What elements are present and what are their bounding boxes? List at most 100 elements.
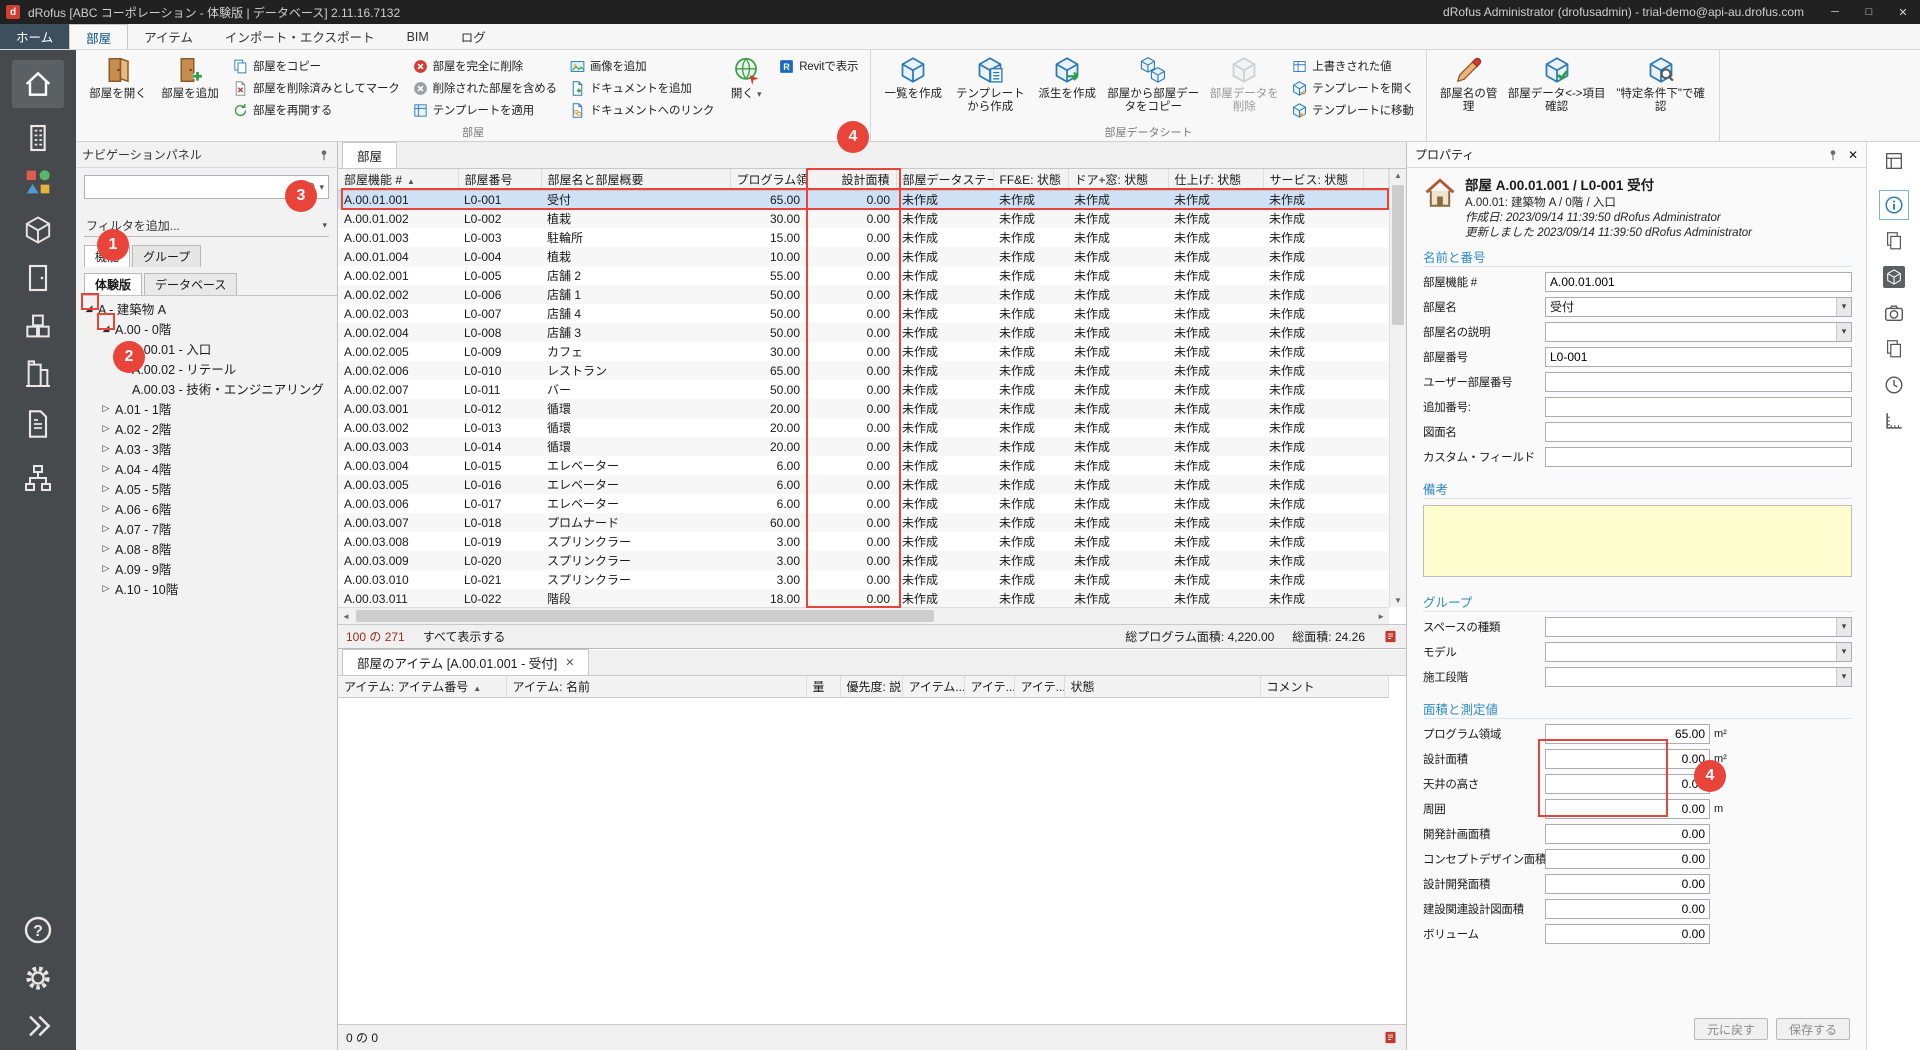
column-header[interactable]: アイテム: アイテム番号▲ xyxy=(338,676,506,697)
chevron-down-icon[interactable]: ▾ xyxy=(319,182,324,193)
column-header[interactable]: アイテ... xyxy=(1014,676,1064,697)
tree-expand-icon[interactable]: ▷ xyxy=(99,483,113,494)
room-name-desc-select[interactable]: ▾ xyxy=(1545,322,1852,342)
horizontal-scrollbar[interactable]: ◄ ► xyxy=(338,607,1389,624)
org-chart-icon[interactable] xyxy=(22,462,54,494)
model-cube-icon[interactable] xyxy=(1883,266,1905,288)
tree-item[interactable]: ▷A.03 - 3階 xyxy=(76,438,337,458)
tree-item[interactable]: ▷A.06 - 6階 xyxy=(76,498,337,518)
www-open-button[interactable]: 開く ▾ xyxy=(720,53,772,121)
tree-expand-icon[interactable]: ▷ xyxy=(99,523,113,534)
room-number-input[interactable] xyxy=(1545,347,1852,367)
apply-template-button[interactable]: テンプレートを適用 xyxy=(408,99,561,121)
tree-item[interactable]: ◢A.00 - 0階 xyxy=(76,318,337,338)
column-header[interactable]: アイテ... xyxy=(964,676,1014,697)
tree-expand-icon[interactable]: ▷ xyxy=(99,423,113,434)
scroll-right-icon[interactable]: ► xyxy=(1377,612,1385,621)
add-room-button[interactable]: 部屋を追加 xyxy=(154,53,226,121)
area-value-input[interactable] xyxy=(1545,849,1710,869)
rooms-module-icon[interactable] xyxy=(12,60,64,108)
copy-room-button[interactable]: 部屋をコピー xyxy=(228,55,404,77)
pin-icon[interactable] xyxy=(317,148,331,162)
tree-expand-icon[interactable]: ▷ xyxy=(99,543,113,554)
add-image-button[interactable]: 画像を追加 xyxy=(565,55,718,77)
building-icon[interactable] xyxy=(22,122,54,154)
datasheet-icon[interactable] xyxy=(1883,150,1905,172)
expand-sidebar-icon[interactable] xyxy=(22,1010,54,1042)
maximize-button[interactable]: □ xyxy=(1852,0,1886,24)
open-template-button[interactable]: テンプレートを開く xyxy=(1287,77,1417,99)
files-icon[interactable] xyxy=(1883,338,1905,360)
column-header[interactable]: コメント xyxy=(1260,676,1389,697)
minimize-button[interactable]: ─ xyxy=(1818,0,1852,24)
menu-rooms[interactable]: 部屋 xyxy=(69,24,128,49)
add-document-button[interactable]: ドキュメントを追加 xyxy=(565,77,718,99)
tree-item[interactable]: ◢A - 建築物 A xyxy=(76,298,337,318)
model-select[interactable]: ▾ xyxy=(1545,642,1852,662)
drawing-name-input[interactable] xyxy=(1545,422,1852,442)
column-header[interactable]: 部屋番号 xyxy=(458,169,541,190)
door-module-icon[interactable] xyxy=(22,262,54,294)
column-header[interactable]: ドア+窓: 状態 xyxy=(1068,169,1168,190)
column-header[interactable]: アイテム... xyxy=(902,676,964,697)
mark-deleted-button[interactable]: 部屋を削除済みとしてマーク xyxy=(228,77,404,99)
tab-room-items[interactable]: 部屋のアイテム [A.00.01.001 - 受付] ✕ xyxy=(342,649,589,675)
open-room-button[interactable]: 部屋を開く xyxy=(82,53,154,121)
report-book-icon[interactable] xyxy=(1383,1030,1398,1045)
tree-item[interactable]: ▷A.09 - 9階 xyxy=(76,558,337,578)
move-to-template-button[interactable]: テンプレートに移動 xyxy=(1287,99,1417,121)
report-book-icon[interactable] xyxy=(1383,629,1398,644)
tree-expand-icon[interactable]: ▷ xyxy=(99,583,113,594)
tree-item[interactable]: ▷A.07 - 7階 xyxy=(76,518,337,538)
facility-icon[interactable] xyxy=(22,358,54,390)
show-all-link[interactable]: すべて表示する xyxy=(423,628,506,645)
menu-import-export[interactable]: インポート・エクスポート xyxy=(209,24,391,49)
scrollbar-thumb[interactable] xyxy=(356,610,934,622)
camera-icon[interactable] xyxy=(1883,302,1905,324)
tree-item[interactable]: ▷A.04 - 4階 xyxy=(76,458,337,478)
reopen-room-button[interactable]: 部屋を再開する xyxy=(228,99,404,121)
area-value-input[interactable] xyxy=(1545,924,1710,944)
search-input[interactable] xyxy=(89,180,304,194)
column-header[interactable]: 部屋データステータス xyxy=(896,169,993,190)
space-type-select[interactable]: ▾ xyxy=(1545,617,1852,637)
scrollbar-thumb[interactable] xyxy=(1392,185,1404,325)
tree-item[interactable]: ▷A.10 - 10階 xyxy=(76,578,337,598)
tree-expand-icon[interactable]: ▷ xyxy=(99,563,113,574)
column-header[interactable]: 部屋機能 #▲ xyxy=(338,169,458,190)
shapes-icon[interactable] xyxy=(22,166,54,198)
tree-item[interactable]: ▷A.02 - 2階 xyxy=(76,418,337,438)
area-value-input[interactable] xyxy=(1545,899,1710,919)
overridden-values-button[interactable]: 上書きされた値 xyxy=(1287,55,1417,77)
create-from-template-button[interactable]: テンプレートから作成 xyxy=(949,53,1031,121)
tab-database[interactable]: データベース xyxy=(144,273,237,295)
column-header[interactable]: 状態 xyxy=(1064,676,1260,697)
column-header[interactable]: プログラム領域 xyxy=(730,169,806,190)
tree-expand-icon[interactable]: ▷ xyxy=(99,463,113,474)
menu-items[interactable]: アイテム xyxy=(128,24,209,49)
pin-icon[interactable] xyxy=(1826,148,1840,162)
column-header[interactable]: FF&E: 状態 xyxy=(993,169,1068,190)
tree-item[interactable]: ▷A.08 - 8階 xyxy=(76,538,337,558)
documents-icon[interactable] xyxy=(1883,230,1905,252)
scroll-down-icon[interactable]: ▼ xyxy=(1390,596,1406,605)
column-header[interactable]: 量 xyxy=(806,676,840,697)
copy-room-data-button[interactable]: 部屋から部屋データをコピー xyxy=(1103,53,1203,121)
notes-textarea[interactable] xyxy=(1423,505,1852,577)
custom-field-input[interactable] xyxy=(1545,447,1852,467)
condition-check-button[interactable]: "特定条件下"で確認 xyxy=(1609,53,1713,121)
bim-box-icon[interactable] xyxy=(22,214,54,246)
delete-room-data-button[interactable]: 部屋データを削除 xyxy=(1203,53,1285,121)
tree-item[interactable]: A.00.03 - 技術・エンジニアリング xyxy=(76,378,337,398)
create-derived-button[interactable]: 派生を作成 xyxy=(1031,53,1103,121)
column-header[interactable]: 優先度: 説... xyxy=(840,676,902,697)
menu-home[interactable]: ホーム xyxy=(0,24,69,49)
save-button[interactable]: 保存する xyxy=(1776,1018,1850,1040)
delete-room-button[interactable]: 部屋を完全に削除 xyxy=(408,55,561,77)
construction-phase-select[interactable]: ▾ xyxy=(1545,667,1852,687)
include-deleted-button[interactable]: 削除された部屋を含める xyxy=(408,77,561,99)
measure-ruler-icon[interactable] xyxy=(1883,410,1905,432)
vertical-scrollbar[interactable]: ▲ ▼ xyxy=(1389,169,1406,607)
help-icon[interactable]: ? xyxy=(22,914,54,946)
settings-gear-icon[interactable] xyxy=(22,962,54,994)
